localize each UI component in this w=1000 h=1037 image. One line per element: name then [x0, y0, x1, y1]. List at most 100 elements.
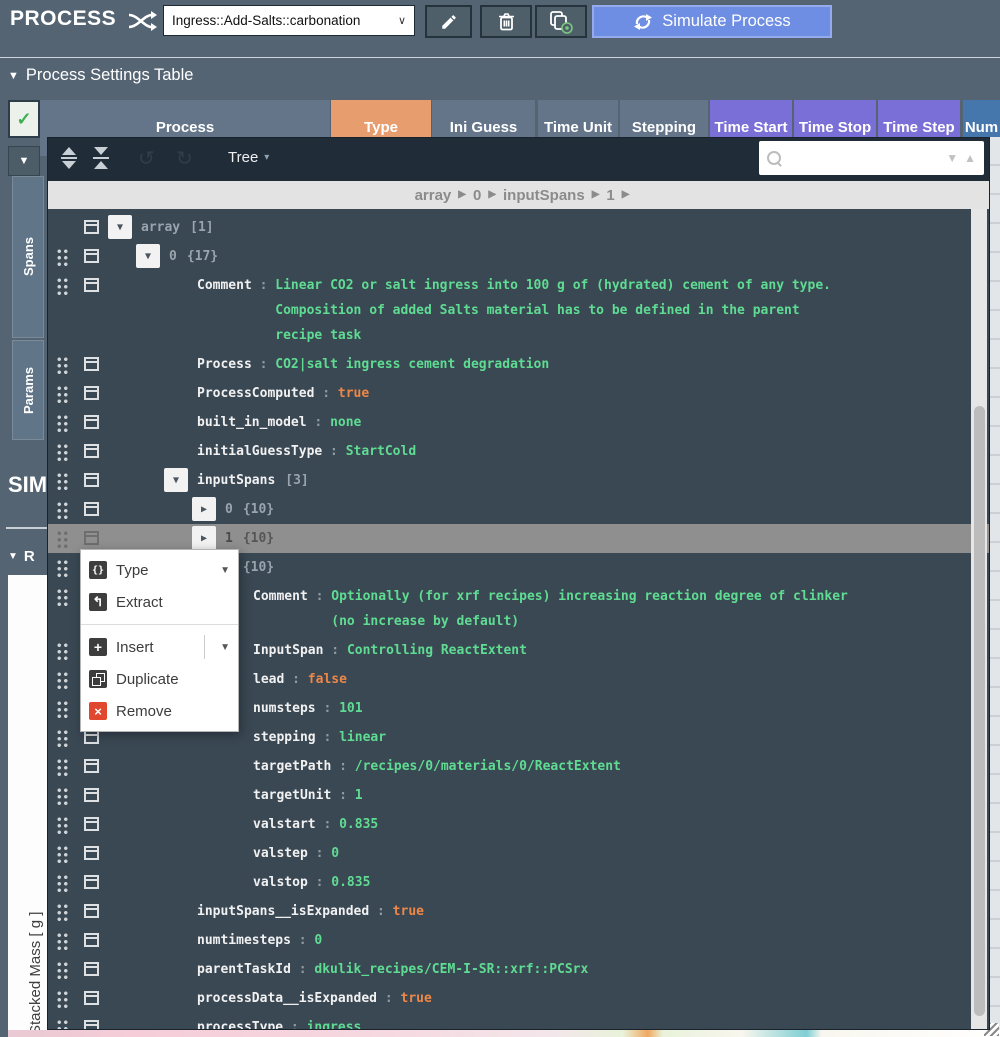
node-key[interactable]: lead [253, 672, 284, 687]
drag-handle-icon[interactable] [56, 787, 69, 806]
simulate-process-button[interactable]: Simulate Process [592, 5, 832, 38]
mode-dropdown[interactable]: Tree ▾ [228, 149, 269, 166]
drag-handle-icon[interactable] [56, 932, 69, 951]
node-value[interactable]: 0 [331, 841, 339, 866]
expand-node-icon[interactable]: ▶ [192, 497, 216, 521]
node-key[interactable]: valstart [253, 817, 316, 832]
drag-handle-icon[interactable] [56, 356, 69, 375]
row-menu-icon[interactable] [84, 904, 99, 918]
collapse-node-icon[interactable]: ▼ [108, 215, 132, 239]
node-key[interactable]: stepping [253, 730, 316, 745]
tree-row[interactable]: ▼0{17} [48, 242, 989, 271]
row-group-tab-spans[interactable]: Spans [12, 176, 44, 338]
node-value[interactable]: /recipes/0/materials/0/ReactExtent [355, 754, 621, 779]
search-next-icon[interactable]: ▼ [946, 151, 958, 165]
tree-row[interactable]: parentTaskId : dkulik_recipes/CEM-I-SR::… [48, 955, 989, 984]
drag-handle-icon[interactable] [56, 903, 69, 922]
drag-handle-icon[interactable] [56, 501, 69, 520]
menu-item-extract[interactable]: ↰Extract [81, 586, 238, 618]
drag-handle-icon[interactable] [56, 874, 69, 893]
node-key[interactable]: Process [197, 357, 252, 372]
node-key[interactable]: processData__isExpanded [197, 991, 377, 1006]
breadcrumb-item[interactable]: 1 [606, 187, 614, 204]
node-key[interactable]: valstop [253, 875, 308, 890]
row-menu-icon[interactable] [84, 1020, 99, 1029]
row-menu-icon[interactable] [84, 817, 99, 831]
expand-all-icon[interactable] [61, 147, 77, 169]
node-value[interactable]: StartCold [346, 439, 416, 464]
tree-row[interactable]: targetUnit : 1 [48, 781, 989, 810]
drag-handle-icon[interactable] [56, 845, 69, 864]
undo-icon[interactable]: ↺ [138, 146, 155, 170]
expand-node-icon[interactable]: ▶ [192, 526, 216, 550]
drag-handle-icon[interactable] [56, 816, 69, 835]
drag-handle-icon[interactable] [56, 588, 69, 607]
row-menu-icon[interactable] [84, 788, 99, 802]
drag-handle-icon[interactable] [56, 642, 69, 661]
node-value[interactable]: linear [339, 725, 386, 750]
process-select[interactable]: Ingress::Add-Salts::carbonation ∨ [163, 5, 415, 36]
node-value[interactable]: Linear CO2 or salt ingress into 100 g of… [275, 273, 831, 348]
drag-handle-icon[interactable] [56, 758, 69, 777]
node-key[interactable]: targetUnit [253, 788, 331, 803]
node-key[interactable]: InputSpan [253, 643, 323, 658]
drag-handle-icon[interactable] [56, 671, 69, 690]
row-menu-icon[interactable] [84, 933, 99, 947]
node-value[interactable]: 0.835 [331, 870, 370, 895]
node-value[interactable]: none [330, 410, 361, 435]
scrollbar-track[interactable] [971, 209, 987, 1029]
row-menu-icon[interactable] [84, 444, 99, 458]
select-all-checkbox[interactable]: ✓ [8, 100, 40, 138]
breadcrumb-item[interactable]: 0 [473, 187, 481, 204]
collapse-node-icon[interactable]: ▼ [164, 468, 188, 492]
node-key[interactable]: inputSpans__isExpanded [197, 904, 369, 919]
node-key[interactable]: numtimesteps [197, 933, 291, 948]
edit-button[interactable] [425, 5, 472, 38]
tree-row[interactable]: initialGuessType : StartCold [48, 437, 989, 466]
node-key[interactable]: ProcessComputed [197, 386, 314, 401]
drag-handle-icon[interactable] [56, 990, 69, 1009]
node-value[interactable]: dkulik_recipes/CEM-I-SR::xrf::PCSrx [314, 957, 588, 982]
node-key[interactable]: inputSpans [197, 473, 275, 488]
node-key[interactable]: built_in_model [197, 415, 307, 430]
tree-row[interactable]: built_in_model : none [48, 408, 989, 437]
node-value[interactable]: ingress [307, 1015, 362, 1029]
node-value[interactable]: false [308, 667, 347, 692]
node-key[interactable]: array [141, 220, 180, 235]
tree-row[interactable]: processData__isExpanded : true [48, 984, 989, 1013]
node-key[interactable]: 1 [225, 531, 233, 546]
tree-row[interactable]: ▼inputSpans[3] [48, 466, 989, 495]
node-value[interactable]: true [338, 381, 369, 406]
drag-handle-icon[interactable] [56, 443, 69, 462]
node-value[interactable]: true [401, 986, 432, 1011]
row-menu-icon[interactable] [84, 962, 99, 976]
tree-row[interactable]: Comment : Linear CO2 or salt ingress int… [48, 271, 989, 350]
row-menu-icon[interactable] [84, 502, 99, 516]
submenu-caret-icon[interactable]: ▼ [220, 642, 230, 653]
drag-handle-icon[interactable] [56, 961, 69, 980]
node-value[interactable]: 0.835 [339, 812, 378, 837]
menu-item-remove[interactable]: ×Remove [81, 695, 238, 727]
search-input[interactable] [787, 150, 940, 167]
drag-handle-icon[interactable] [56, 700, 69, 719]
node-key[interactable]: valstep [253, 846, 308, 861]
row-menu-icon[interactable] [84, 991, 99, 1005]
row-menu-icon[interactable] [84, 278, 99, 292]
menu-item-type[interactable]: {}Type▼ [81, 554, 238, 586]
process-settings-section-header[interactable]: ▼ Process Settings Table [8, 66, 193, 85]
results-section-header[interactable]: ▼ R [8, 548, 35, 565]
node-key[interactable]: 0 [225, 502, 233, 517]
drag-handle-icon[interactable] [56, 530, 69, 549]
tree-row[interactable]: numtimesteps : 0 [48, 926, 989, 955]
row-menu-icon[interactable] [84, 473, 99, 487]
row-menu-icon[interactable] [84, 759, 99, 773]
menu-item-insert[interactable]: +Insert▼ [81, 631, 238, 663]
search-prev-icon[interactable]: ▲ [964, 151, 976, 165]
node-value[interactable]: Controlling ReactExtent [347, 638, 527, 663]
drag-handle-icon[interactable] [56, 729, 69, 748]
tree-row[interactable]: valstep : 0 [48, 839, 989, 868]
tree-row[interactable]: ProcessComputed : true [48, 379, 989, 408]
node-key[interactable]: numsteps [253, 701, 316, 716]
node-value[interactable]: true [393, 899, 424, 924]
tree-row[interactable]: targetPath : /recipes/0/materials/0/Reac… [48, 752, 989, 781]
